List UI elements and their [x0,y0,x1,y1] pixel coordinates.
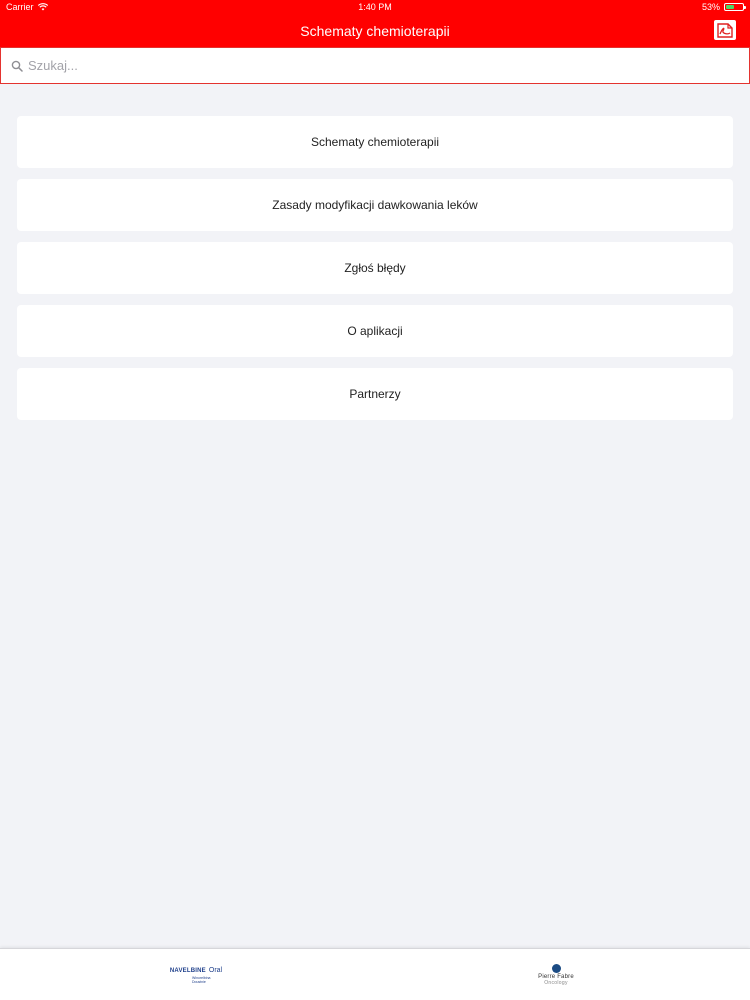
pierre-fabre-mark-icon [551,964,561,973]
menu-item-label: Zgłoś błędy [344,261,406,275]
menu-item-zglos-bledy[interactable]: Zgłoś błędy [17,242,733,294]
search-input[interactable] [28,58,739,73]
pdf-button[interactable] [714,20,736,40]
status-right: 53% [701,2,746,12]
navelbine-suffix: Oral [208,966,223,974]
battery-icon [724,3,746,11]
menu-item-partnerzy[interactable]: Partnerzy [17,368,733,420]
navelbine-subtitle: Winorelbina Doustnie [192,975,211,984]
menu-item-o-aplikacji[interactable]: O aplikacji [17,305,733,357]
navelbine-logo[interactable]: NAVELBINE Oral Winorelbina Doustnie [168,961,224,989]
menu-item-label: Partnerzy [349,387,401,401]
menu-item-label: Zasady modyfikacji dawkowania leków [272,198,478,212]
main-menu: Schematy chemioterapii Zasady modyfikacj… [17,116,733,431]
app-screen: Carrier 1:40 PM 53% Schematy chemioterap… [0,0,750,1000]
pdf-icon [717,22,733,38]
page-title: Schematy chemioterapii [300,22,450,39]
menu-item-label: Schematy chemioterapii [310,135,440,149]
navelbine-wordmark: NAVELBINE Oral [170,967,222,974]
menu-item-schematy[interactable]: Schematy chemioterapii [17,116,733,168]
status-time: 1:40 PM [358,2,392,12]
carrier-label: Carrier [6,2,34,12]
battery-fill [726,5,735,9]
status-bar: Carrier 1:40 PM 53% [0,0,750,14]
battery-percent: 53% [701,2,720,12]
status-left: Carrier [6,2,48,12]
partners-bar: NAVELBINE Oral Winorelbina Doustnie Pier… [0,948,750,1000]
pierre-fabre-subtitle: Oncology [544,980,568,986]
pierre-fabre-logo[interactable]: Pierre Fabre Oncology [532,961,580,989]
search-bar [0,47,750,84]
navelbine-name: NAVELBINE [169,967,206,974]
wifi-icon [37,3,48,11]
menu-item-label: O aplikacji [347,324,403,338]
search-icon [11,60,23,72]
nav-bar: Schematy chemioterapii [0,14,750,47]
menu-item-zasady[interactable]: Zasady modyfikacji dawkowania leków [17,179,733,231]
